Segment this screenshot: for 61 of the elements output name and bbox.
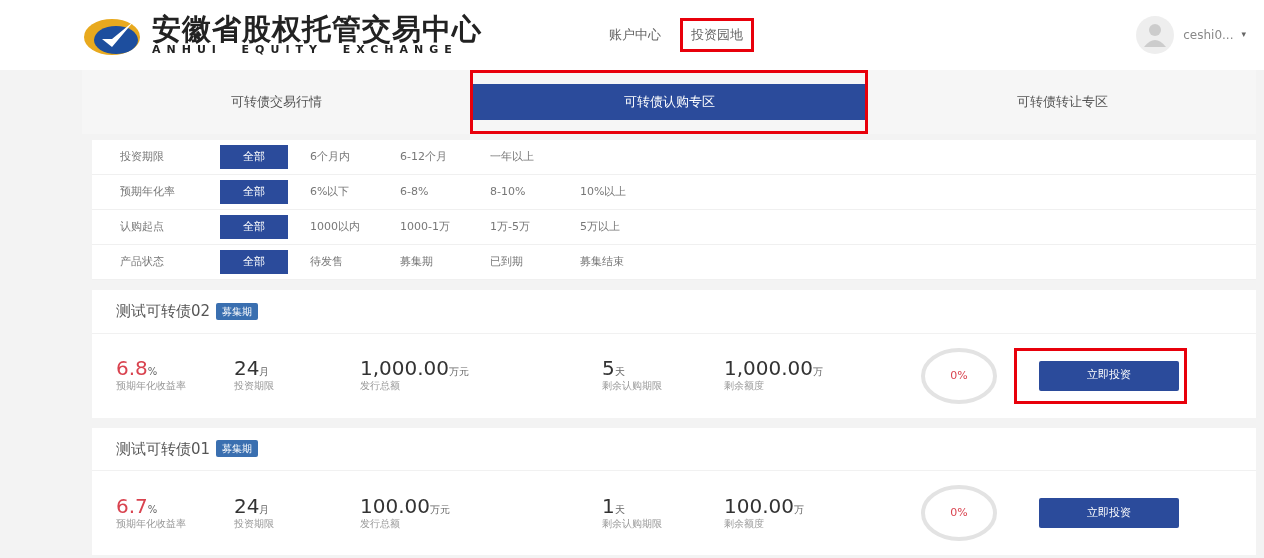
nav-link[interactable]: 投资园地 (680, 18, 754, 52)
status-badge: 募集期 (216, 440, 259, 458)
stat-label: 投资期限 (234, 379, 275, 393)
filter-option[interactable]: 8-10% (490, 180, 558, 204)
filter-option[interactable]: 全部 (220, 179, 288, 205)
days-value: 1天 (602, 495, 626, 516)
rate-value: 6.7% (116, 495, 159, 516)
filter-label: 产品状态 (120, 253, 165, 270)
filter-option[interactable]: 一年以上 (490, 145, 558, 169)
filter-label: 投资期限 (120, 148, 165, 165)
avatar-icon[interactable] (1135, 15, 1176, 55)
days-value: 5天 (602, 358, 626, 378)
filter-option[interactable]: 募集期 (400, 250, 468, 274)
caret-icon[interactable]: ▾ (1241, 28, 1246, 42)
stat-label: 预期年化收益率 (116, 379, 187, 393)
stat-label: 发行总额 (360, 516, 401, 531)
total-value: 100.00万元 (360, 495, 451, 516)
rate-value: 6.8% (116, 358, 159, 378)
product-name: 测试可转债01 (116, 438, 211, 460)
tab[interactable]: 可转债转让专区 (996, 84, 1128, 120)
filter-option[interactable]: 6-12个月 (400, 145, 468, 169)
term-value: 24月 (234, 358, 271, 378)
filter-option[interactable]: 10%以上 (580, 180, 648, 204)
stat-label: 投资期限 (234, 516, 275, 531)
filter-option[interactable]: 6个月内 (310, 145, 378, 169)
stat-label: 发行总额 (360, 379, 401, 393)
stat-label: 剩余认购期限 (602, 516, 663, 531)
nav-link[interactable]: 账户中心 (598, 18, 672, 52)
product-name: 测试可转债02 (116, 301, 211, 322)
filter-option[interactable]: 1000-1万 (400, 215, 468, 239)
total-value: 1,000.00万元 (360, 358, 471, 378)
filter-option[interactable]: 全部 (220, 144, 288, 170)
invest-button[interactable]: 立即投资 (1039, 498, 1179, 528)
filter-option[interactable]: 待发售 (310, 250, 378, 274)
filter-option[interactable]: 已到期 (490, 250, 558, 274)
filter-option[interactable]: 全部 (220, 249, 288, 275)
status-badge: 募集期 (216, 302, 259, 320)
logo-subtitle: ANHUI EQUITY EXCHANGE (152, 44, 459, 55)
filter-option[interactable]: 5万以上 (580, 215, 648, 239)
tab[interactable]: 可转债认购专区 (473, 84, 865, 120)
filter-option[interactable]: 全部 (220, 214, 288, 240)
filter-label: 预期年化率 (120, 183, 176, 200)
stat-label: 剩余额度 (724, 516, 765, 531)
tab[interactable]: 可转债交易行情 (210, 84, 342, 120)
progress-percent: 0% (950, 504, 968, 521)
filter-label: 认购起点 (120, 218, 165, 235)
filter-option[interactable]: 募集结束 (580, 250, 648, 274)
remaining-value: 100.00万 (724, 495, 805, 516)
username[interactable]: ceshi0... (1183, 26, 1234, 44)
remaining-value: 1,000.00万 (724, 358, 825, 378)
invest-button[interactable]: 立即投资 (1039, 360, 1179, 391)
filter-option[interactable]: 6%以下 (310, 180, 378, 204)
term-value: 24月 (234, 495, 271, 516)
filter-option[interactable]: 1000以内 (310, 215, 378, 239)
progress-percent: 0% (950, 367, 968, 384)
stat-label: 剩余认购期限 (602, 379, 663, 393)
logo-title: 安徽省股权托管交易中心 (152, 15, 482, 44)
filter-option[interactable]: 1万-5万 (490, 215, 558, 239)
stat-label: 剩余额度 (724, 379, 765, 393)
stat-label: 预期年化收益率 (116, 516, 187, 531)
filter-option[interactable]: 6-8% (400, 180, 468, 204)
